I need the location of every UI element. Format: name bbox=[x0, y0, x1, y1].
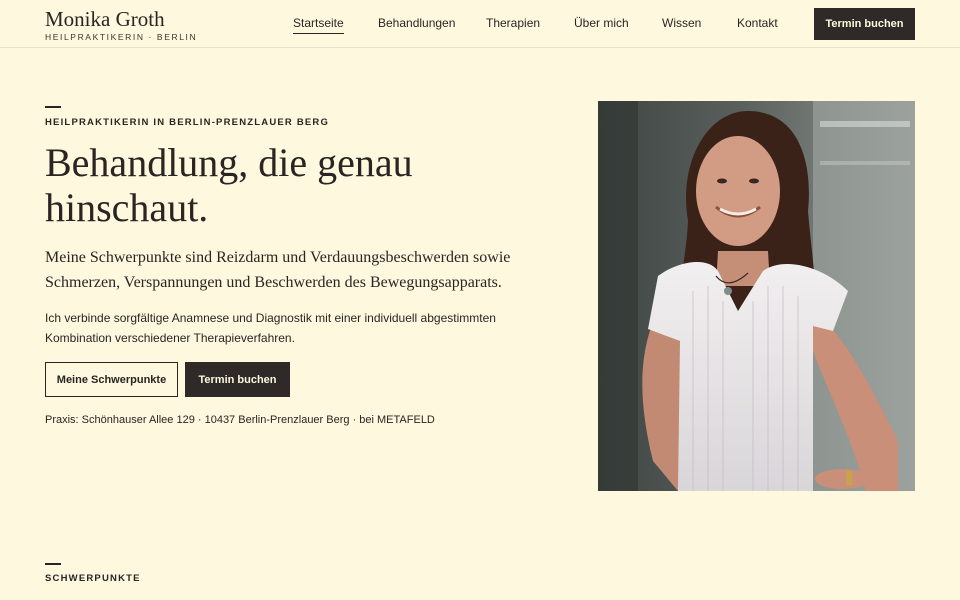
hero-lead: Meine Schwerpunkte sind Reizdarm und Ver… bbox=[45, 249, 511, 291]
brand-logo[interactable]: Monika Groth HEILPRAKTIKERIN · BERLIN bbox=[45, 7, 197, 42]
portrait-photo bbox=[598, 101, 915, 491]
book-appointment-button[interactable]: Termin buchen bbox=[185, 362, 290, 397]
hero-body: Ich verbinde sorgfältige Anamnese und Di… bbox=[45, 311, 496, 345]
eyebrow-rule bbox=[45, 106, 61, 108]
portrait-illustration bbox=[598, 101, 915, 491]
section-eyebrow: SCHWERPUNKTE bbox=[45, 573, 141, 584]
section-eyebrow-rule bbox=[45, 563, 61, 565]
hero-eyebrow: HEILPRAKTIKERIN IN BERLIN-PRENZLAUER BER… bbox=[45, 117, 330, 128]
nav-item-startseite[interactable]: Startseite bbox=[293, 16, 344, 34]
practice-address: Praxis: Schönhauser Allee 129 · 10437 Be… bbox=[45, 414, 435, 426]
nav-item-kontakt[interactable]: Kontakt bbox=[737, 16, 778, 30]
nav-item-wissen[interactable]: Wissen bbox=[662, 16, 701, 30]
brand-name: Monika Groth bbox=[45, 7, 165, 31]
brand-subtitle: HEILPRAKTIKERIN · BERLIN bbox=[45, 32, 198, 42]
focus-areas-button[interactable]: Meine Schwerpunkte bbox=[45, 362, 178, 397]
nav-item-behandlungen[interactable]: Behandlungen bbox=[378, 16, 455, 30]
nav-item-therapien[interactable]: Therapien bbox=[486, 16, 540, 30]
nav-item-ueber-mich[interactable]: Über mich bbox=[574, 16, 629, 30]
hero-title: Behandlung, die genau hinschaut. bbox=[45, 140, 413, 230]
site-header: Monika Groth HEILPRAKTIKERIN · BERLIN St… bbox=[0, 0, 960, 48]
header-book-appointment-button[interactable]: Termin buchen bbox=[814, 8, 915, 40]
